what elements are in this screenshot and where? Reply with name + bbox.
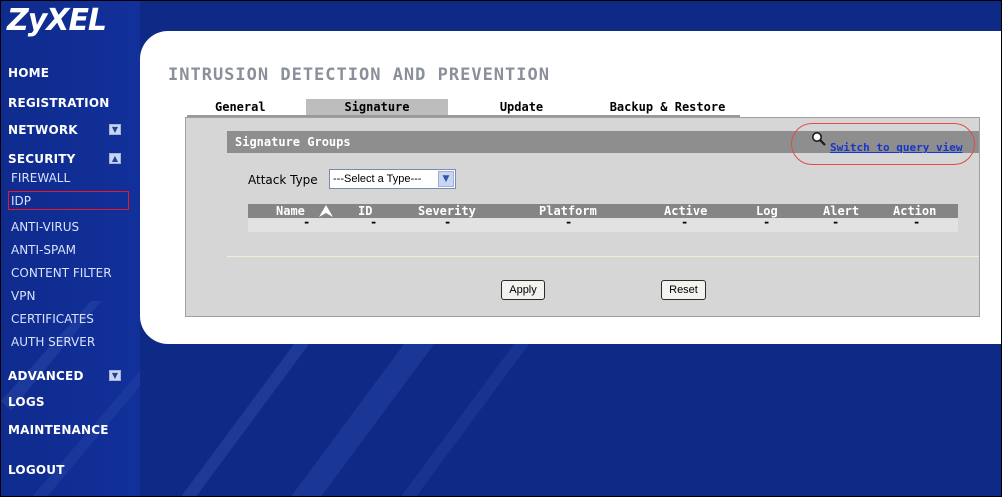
chevron-down-icon[interactable]: ▼ xyxy=(109,124,121,135)
nav-item-certificates[interactable]: CERTIFICATES xyxy=(11,312,94,326)
table-row: - - - - - - - - xyxy=(248,215,958,232)
nav-item-content-filter[interactable]: CONTENT FILTER xyxy=(11,266,112,280)
cell-log: - xyxy=(763,215,771,229)
sort-up-icon[interactable] xyxy=(319,205,333,217)
apply-button[interactable]: Apply xyxy=(501,280,545,300)
cell-id: - xyxy=(370,215,378,229)
divider xyxy=(227,256,979,257)
nav-registration[interactable]: REGISTRATION xyxy=(8,96,109,110)
page-title: INTRUSION DETECTION AND PREVENTION xyxy=(168,65,550,85)
nav-advanced[interactable]: ADVANCED xyxy=(8,369,84,383)
nav-network[interactable]: NETWORK xyxy=(8,123,78,137)
highlight-oval xyxy=(791,123,975,165)
nav-home[interactable]: HOME xyxy=(8,66,49,80)
col-alert: Alert xyxy=(823,204,860,218)
attack-type-value: ---Select a Type--- xyxy=(333,173,422,185)
nav-item-auth-server[interactable]: AUTH SERVER xyxy=(11,335,95,349)
nav-maintenance[interactable]: MAINTENANCE xyxy=(8,423,109,437)
cell-name: - xyxy=(303,215,311,229)
cell-action: - xyxy=(913,215,921,229)
attack-type-label: Attack Type xyxy=(248,173,318,187)
nav-item-idp[interactable]: IDP xyxy=(11,194,31,208)
cell-severity: - xyxy=(444,215,452,229)
nav-item-anti-spam[interactable]: ANTI-SPAM xyxy=(11,243,76,257)
col-name[interactable]: Name xyxy=(276,204,305,218)
tab-general[interactable]: General xyxy=(187,99,267,115)
header-bar xyxy=(140,1,1001,31)
section-title: Signature Groups xyxy=(235,135,351,149)
nav-security[interactable]: SECURITY xyxy=(8,152,76,166)
chevron-down-icon[interactable]: ▼ xyxy=(109,370,121,381)
tab-backup-restore[interactable]: Backup & Restore xyxy=(595,99,740,115)
cell-platform: - xyxy=(565,215,573,229)
chevron-up-icon[interactable]: ▲ xyxy=(109,153,121,164)
cell-active: - xyxy=(681,215,689,229)
nav-logs[interactable]: LOGS xyxy=(8,395,45,409)
nav-logout[interactable]: LOGOUT xyxy=(8,463,65,477)
chevron-down-icon[interactable]: ▼ xyxy=(438,171,454,187)
tab-update[interactable]: Update xyxy=(449,99,594,115)
tab-signature[interactable]: Signature xyxy=(306,99,448,115)
background-stripes xyxy=(181,336,535,496)
zyxel-logo: ZyXEL xyxy=(7,3,107,38)
cell-alert: - xyxy=(832,215,840,229)
sidebar: ZyXEL HOME REGISTRATION NETWORK ▼ SECURI… xyxy=(1,1,140,496)
nav-item-firewall[interactable]: FIREWALL xyxy=(11,171,70,185)
reset-button[interactable]: Reset xyxy=(661,280,706,300)
table-header: Name ID Severity Platform Active Log Ale… xyxy=(248,204,958,218)
nav-item-vpn[interactable]: VPN xyxy=(11,289,35,303)
nav-item-anti-virus[interactable]: ANTI-VIRUS xyxy=(11,220,79,234)
app-window: ZyXEL HOME REGISTRATION NETWORK ▼ SECURI… xyxy=(0,0,1002,497)
attack-type-select[interactable]: ---Select a Type--- ▼ xyxy=(329,169,456,189)
